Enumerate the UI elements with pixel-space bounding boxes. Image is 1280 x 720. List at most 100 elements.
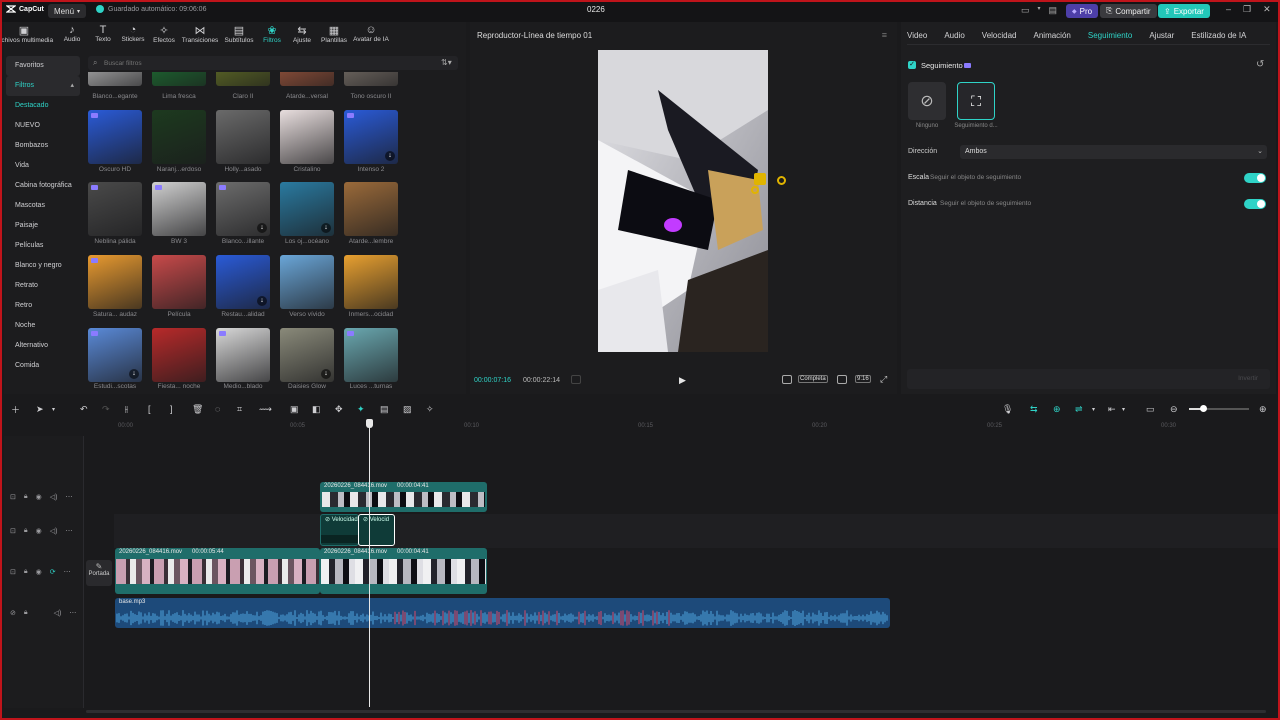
pro-button[interactable]: ◆ Pro bbox=[1066, 4, 1099, 18]
add-track-icon[interactable]: ＋ bbox=[11, 403, 20, 416]
download-icon[interactable]: ↓ bbox=[321, 369, 331, 379]
filter-thumbnail[interactable]: ↓ bbox=[344, 110, 398, 164]
main-track-icon[interactable]: ⟳ bbox=[50, 568, 56, 576]
layout-chevron-icon[interactable]: ▾ bbox=[1038, 5, 1041, 16]
download-icon[interactable]: ↓ bbox=[257, 223, 267, 233]
menu-button[interactable]: Menú ▾ bbox=[48, 4, 87, 18]
download-icon[interactable]: ↓ bbox=[257, 296, 267, 306]
lock-icon[interactable]: 🔒︎ bbox=[24, 609, 28, 617]
zoom-slider[interactable] bbox=[1189, 405, 1249, 412]
crop-tool-icon[interactable]: ⌗ bbox=[237, 404, 242, 415]
filter-thumbnail[interactable] bbox=[216, 328, 270, 382]
monitor-icon[interactable]: ▭ bbox=[1146, 404, 1155, 415]
filter-thumbnail[interactable] bbox=[88, 110, 142, 164]
crop-icon[interactable] bbox=[782, 375, 792, 384]
tool-audio[interactable]: ♪ Audio bbox=[55, 24, 89, 47]
tool-adjust[interactable]: ⇆ Ajuste bbox=[285, 24, 319, 48]
subtitle-tool-icon[interactable]: ▤ bbox=[380, 404, 389, 415]
filter-thumbnail[interactable] bbox=[344, 72, 398, 86]
tab-3[interactable]: Animación bbox=[1034, 31, 1071, 40]
filter-thumbnail[interactable]: ↓ bbox=[216, 255, 270, 309]
tab-2[interactable]: Velocidad bbox=[982, 31, 1017, 40]
filter-thumbnail[interactable]: ↓ bbox=[280, 328, 334, 382]
filter-thumbnail[interactable]: ↓ bbox=[280, 182, 334, 236]
tool-templates[interactable]: ▦ Plantillas bbox=[317, 24, 351, 48]
download-icon[interactable]: ↓ bbox=[321, 223, 331, 233]
direction-select[interactable]: Ambos ⌄ bbox=[960, 145, 1267, 159]
nav-filters[interactable]: Filtros ▴ bbox=[6, 76, 80, 96]
play-icon[interactable]: ▶ bbox=[679, 375, 686, 386]
split-icon[interactable]: ⫲ bbox=[125, 404, 128, 415]
mask-icon[interactable]: ◌ bbox=[215, 404, 220, 414]
minimize-icon[interactable]: – bbox=[1226, 4, 1231, 15]
sort-filter-icon[interactable]: ⇅▾ bbox=[441, 58, 452, 67]
nav-item-3[interactable]: Vida bbox=[6, 156, 80, 176]
main-clip-a[interactable]: 20260226_084416.mov 00:00:05:44 bbox=[115, 548, 320, 594]
tab-1[interactable]: Audio bbox=[944, 31, 964, 40]
filter-thumbnail[interactable] bbox=[152, 182, 206, 236]
filter-thumbnail[interactable] bbox=[280, 255, 334, 309]
zoom-out-icon[interactable]: ⊖ bbox=[1170, 404, 1178, 415]
nav-favorites[interactable]: Favoritos bbox=[6, 56, 80, 76]
nav-item-10[interactable]: Retro bbox=[6, 296, 80, 316]
nav-item-7[interactable]: Películas bbox=[6, 236, 80, 256]
eye-icon[interactable]: ◉ bbox=[36, 527, 42, 535]
download-icon[interactable]: ↓ bbox=[129, 369, 139, 379]
speaker-icon[interactable]: ◁) bbox=[50, 527, 58, 535]
nav-item-13[interactable]: Comida bbox=[6, 356, 80, 376]
filter-thumbnail[interactable] bbox=[88, 255, 142, 309]
filter-thumbnail[interactable] bbox=[344, 182, 398, 236]
undo-icon[interactable]: ↶ bbox=[80, 404, 88, 415]
nav-item-0[interactable]: Destacado bbox=[6, 96, 80, 116]
trim-left-icon[interactable]: [ bbox=[148, 404, 151, 414]
layout-icon[interactable]: ▭ bbox=[1021, 5, 1030, 16]
filter-thumbnail[interactable]: ↓ bbox=[88, 328, 142, 382]
filter-thumbnail[interactable] bbox=[152, 328, 206, 382]
close-icon[interactable]: ✕ bbox=[1263, 4, 1271, 15]
nav-item-4[interactable]: Cabina fotográfica bbox=[6, 176, 80, 196]
speaker-icon[interactable]: ◁) bbox=[54, 609, 62, 617]
tab-5[interactable]: Ajustar bbox=[1149, 31, 1174, 40]
trim-right-icon[interactable]: ] bbox=[170, 404, 173, 414]
mirror-icon[interactable]: ◧ bbox=[312, 404, 321, 415]
eye-icon[interactable]: ◉ bbox=[36, 493, 42, 501]
speaker-icon[interactable]: ◁) bbox=[50, 493, 58, 501]
tab-4[interactable]: Seguimiento bbox=[1088, 31, 1132, 40]
lock-icon[interactable]: 🔒︎ bbox=[24, 568, 28, 576]
photo-tool-icon[interactable]: ▨ bbox=[403, 404, 412, 415]
overlay-clip[interactable]: 20260226_084416.mov 00:00:04:41 bbox=[320, 482, 487, 512]
lock-icon[interactable]: 🔒︎ bbox=[24, 527, 28, 535]
share-button[interactable]: ⎘ Compartir bbox=[1100, 4, 1157, 18]
more-icon[interactable]: ⋯ bbox=[69, 609, 76, 617]
audio-clip[interactable]: base.mp3 bbox=[115, 598, 890, 628]
tracking-box-icon[interactable] bbox=[754, 173, 766, 185]
tool-filters[interactable]: ❀ Filtros bbox=[255, 24, 289, 48]
tracking-anchor-icon[interactable] bbox=[751, 186, 759, 194]
nav-item-12[interactable]: Alternativo bbox=[6, 336, 80, 356]
eye-icon[interactable]: ◉ bbox=[36, 568, 42, 576]
apply-button[interactable]: Invertir bbox=[1238, 375, 1258, 382]
select-tool-icon[interactable]: ➤ bbox=[36, 404, 44, 415]
tool-sticker[interactable]: ◔ Stickers bbox=[116, 24, 150, 47]
search-input[interactable] bbox=[104, 57, 404, 69]
tracking-none-option[interactable]: ⊘ bbox=[908, 82, 946, 120]
link-chevron-icon[interactable]: ▾ bbox=[1092, 406, 1095, 413]
view-mode-button[interactable]: Completa bbox=[798, 375, 828, 383]
speed-clip-1[interactable]: ⊘ Velocidad bbox=[320, 514, 359, 546]
filter-thumbnail[interactable] bbox=[280, 72, 334, 86]
speed-clip-2[interactable]: ⊘ Velocid bbox=[358, 514, 395, 546]
filter-thumbnail[interactable] bbox=[152, 72, 206, 86]
filter-thumbnail[interactable] bbox=[88, 182, 142, 236]
delete-icon[interactable]: 🗑 bbox=[192, 404, 203, 415]
main-clip-b[interactable]: 20260226_084416.mov 00:00:04:41 bbox=[320, 548, 487, 594]
tracking-checkbox[interactable]: ✓ bbox=[908, 61, 916, 69]
tool-media[interactable]: ▣ Archivos multimedia bbox=[0, 24, 53, 48]
video-preview[interactable] bbox=[598, 50, 768, 352]
nav-item-1[interactable]: NUEVO bbox=[6, 116, 80, 136]
filter-thumbnail[interactable] bbox=[152, 255, 206, 309]
tool-subtitles[interactable]: ▤ Subtítulos bbox=[222, 24, 256, 48]
tab-6[interactable]: Estilizado de IA bbox=[1191, 31, 1246, 40]
filter-thumbnail[interactable] bbox=[216, 72, 270, 86]
nav-item-2[interactable]: Bombazos bbox=[6, 136, 80, 156]
link-clips-icon[interactable]: ⇌ bbox=[1075, 404, 1083, 415]
